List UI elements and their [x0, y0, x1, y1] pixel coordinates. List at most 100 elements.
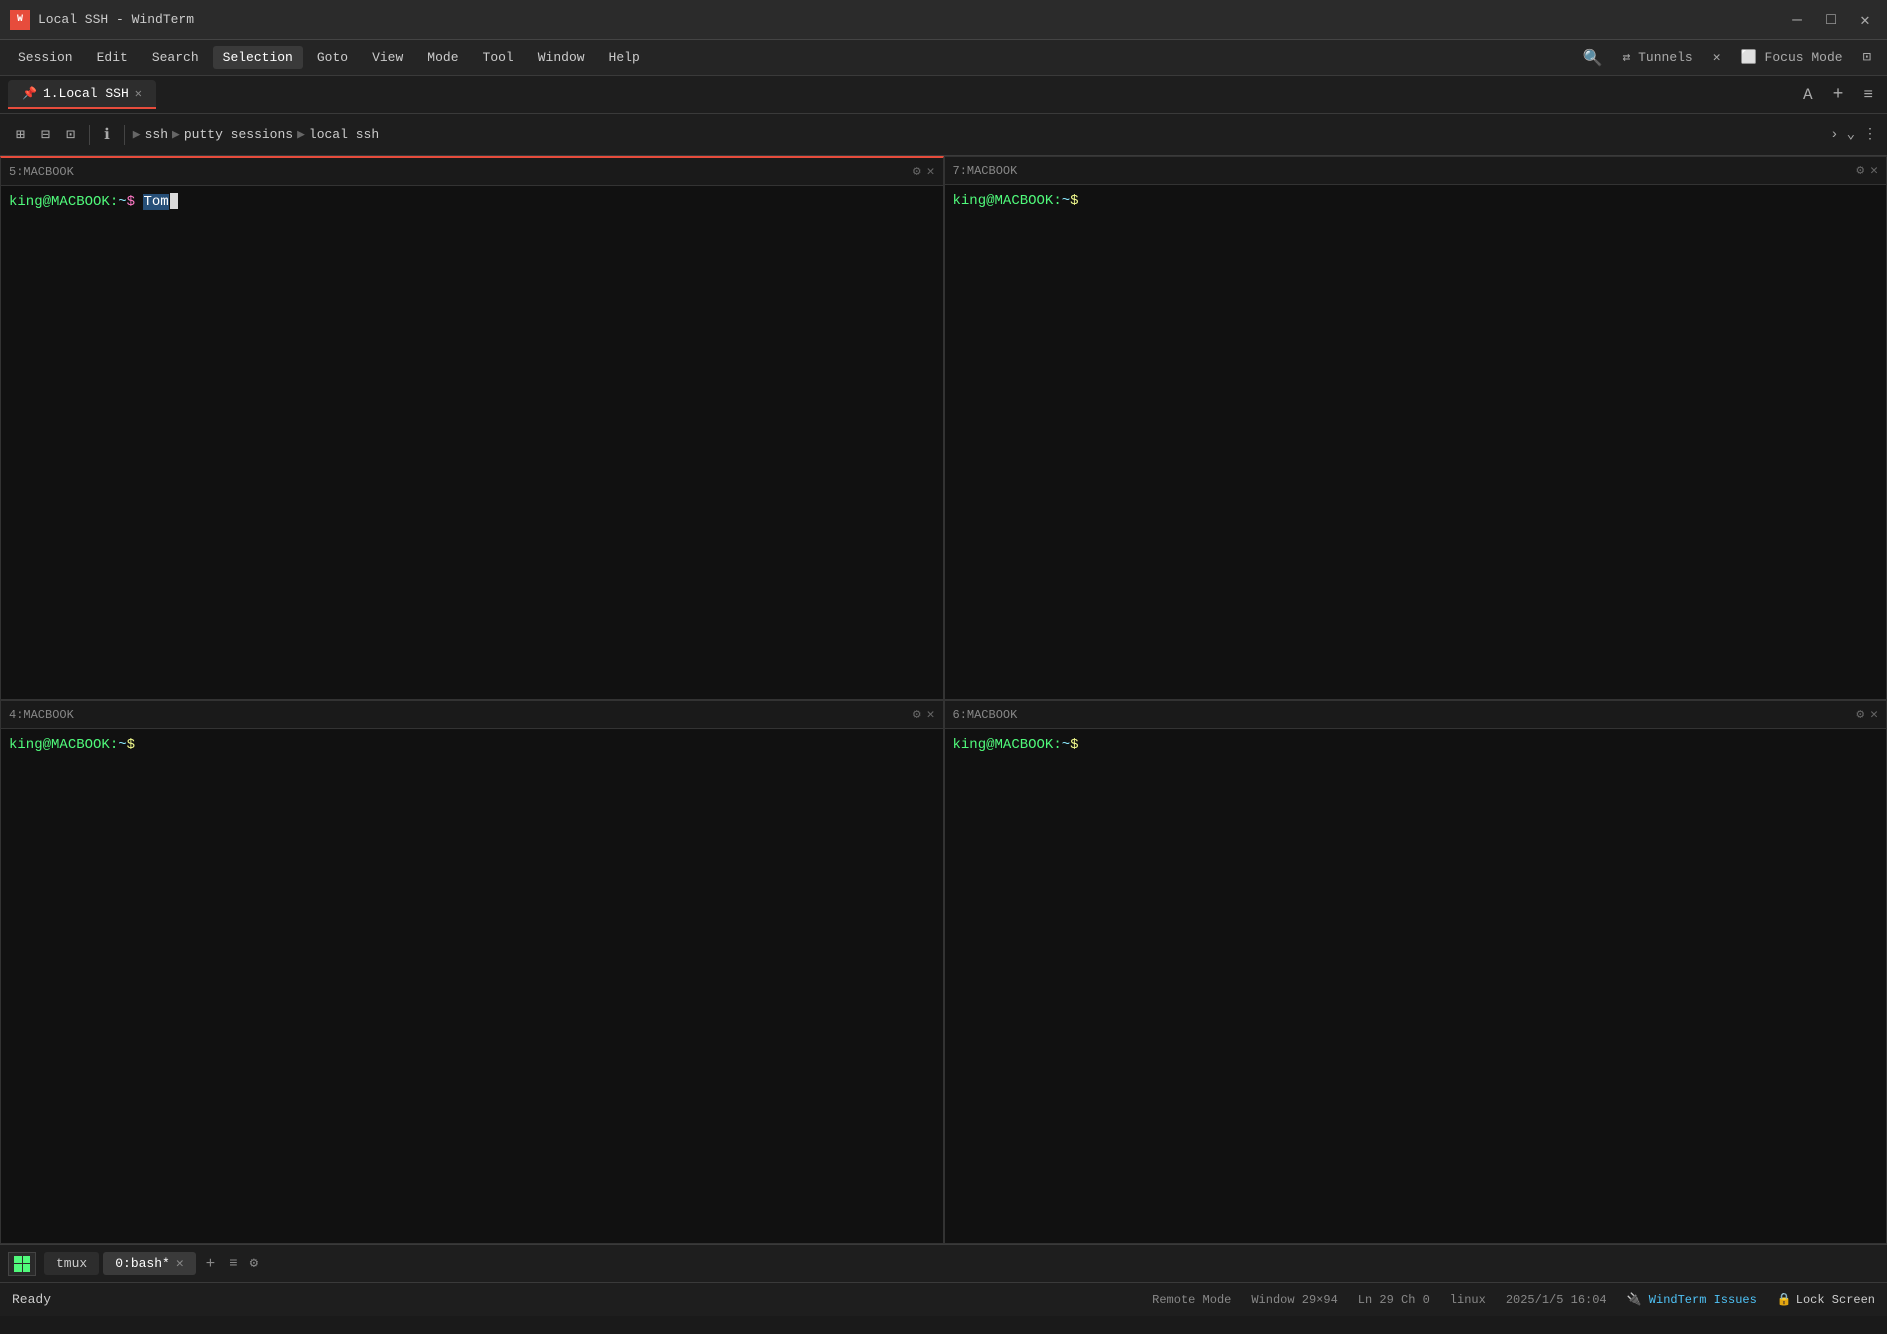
bottom-tab-tmux[interactable]: tmux: [44, 1252, 99, 1275]
breadcrumb-local-ssh[interactable]: local ssh: [309, 127, 379, 142]
pane-5-content[interactable]: king@MACBOOK:~$ Tom: [1, 186, 943, 699]
tab-menu-button[interactable]: ≡: [1857, 84, 1879, 106]
menu-edit[interactable]: Edit: [87, 46, 138, 69]
pane-7-content[interactable]: king@MACBOOK:~$: [945, 185, 1887, 699]
menu-session[interactable]: Session: [8, 46, 83, 69]
status-window-size: Window 29×94: [1251, 1293, 1337, 1307]
pane-6-close-icon[interactable]: ✕: [1870, 707, 1878, 722]
search-icon[interactable]: 🔍: [1575, 44, 1611, 72]
window-title: Local SSH - WindTerm: [38, 12, 1785, 27]
pane-7-controls: ⚙ ✕: [1856, 163, 1878, 178]
minimize-button[interactable]: —: [1785, 8, 1809, 32]
status-remote-mode: Remote Mode: [1152, 1293, 1231, 1307]
pane-5-user: king: [9, 194, 43, 210]
pane-5-cursor: [170, 193, 178, 209]
bash-label: 0:bash*: [115, 1256, 170, 1271]
close-button[interactable]: ✕: [1853, 8, 1877, 32]
title-bar: W Local SSH - WindTerm — □ ✕: [0, 0, 1887, 40]
focus-mode-button[interactable]: ⬜ Focus Mode: [1733, 46, 1851, 69]
tab-bar-controls: A + ≡: [1797, 83, 1879, 107]
menu-goto[interactable]: Goto: [307, 46, 358, 69]
tab-label: 1.Local SSH: [43, 86, 129, 101]
pane-6-content[interactable]: king@MACBOOK:~$: [945, 729, 1887, 1243]
pane-6-title: 6:MACBOOK: [953, 708, 1857, 722]
tab-settings-button[interactable]: ⚙: [246, 1255, 262, 1272]
menu-tool[interactable]: Tool: [473, 46, 524, 69]
pane-6-settings-icon[interactable]: ⚙: [1856, 707, 1864, 722]
toolbar: ⊞ ⊟ ⊡ ℹ ▶ ssh ▶ putty sessions ▶ local s…: [0, 114, 1887, 156]
breadcrumb: ▶ ssh ▶ putty sessions ▶ local ssh: [133, 127, 379, 142]
menu-bar: Session Edit Search Selection Goto View …: [0, 40, 1887, 76]
add-tab-button[interactable]: +: [1827, 83, 1850, 107]
pane-5-settings-icon[interactable]: ⚙: [913, 164, 921, 179]
app-icon: W: [10, 10, 30, 30]
list-tabs-button[interactable]: ≡: [225, 1256, 241, 1272]
chevron-down-icon[interactable]: ⌄: [1847, 126, 1855, 143]
menu-window[interactable]: Window: [528, 46, 595, 69]
windterm-issues-link[interactable]: 🔌 WindTerm Issues: [1627, 1292, 1757, 1307]
pane-5-close-icon[interactable]: ✕: [927, 164, 935, 179]
menu-search[interactable]: Search: [142, 46, 209, 69]
pane-4-settings-icon[interactable]: ⚙: [913, 707, 921, 722]
pane-7-user: king: [953, 193, 987, 209]
menu-view[interactable]: View: [362, 46, 413, 69]
menu-mode[interactable]: Mode: [417, 46, 468, 69]
status-cursor-pos: Ln 29 Ch 0: [1358, 1293, 1430, 1307]
tmux-icon: [8, 1252, 36, 1276]
info-button[interactable]: ℹ: [98, 121, 116, 148]
toolbar-separator: [89, 125, 90, 145]
pane-4-title: 4:MACBOOK: [9, 708, 913, 722]
pane-6-header: 6:MACBOOK ⚙ ✕: [945, 701, 1887, 729]
pane-7-macbook[interactable]: 7:MACBOOK ⚙ ✕ king@MACBOOK:~$: [944, 156, 1887, 700]
add-tab-bottom-button[interactable]: +: [200, 1255, 222, 1273]
status-ready: Ready: [12, 1292, 51, 1307]
bottom-tab-bash[interactable]: 0:bash* ✕: [103, 1252, 195, 1275]
pane-4-user: king: [9, 737, 43, 753]
pane-5-macbook[interactable]: 5:MACBOOK ⚙ ✕ king@MACBOOK:~$ Tom: [0, 156, 944, 700]
pane-7-close-icon[interactable]: ✕: [1870, 163, 1878, 178]
bottom-tab-bar: tmux 0:bash* ✕ + ≡ ⚙: [0, 1244, 1887, 1282]
pane-4-close-icon[interactable]: ✕: [927, 707, 935, 722]
pane-5-selected-text: Tom: [143, 194, 168, 210]
tab-local-ssh[interactable]: 📌 1.Local SSH ✕: [8, 80, 156, 109]
terminal-grid: 5:MACBOOK ⚙ ✕ king@MACBOOK:~$ Tom 7:MACB…: [0, 156, 1887, 1244]
menu-close-x[interactable]: ✕: [1705, 46, 1729, 69]
menu-help[interactable]: Help: [599, 46, 650, 69]
menu-selection[interactable]: Selection: [213, 46, 303, 69]
breadcrumb-arrow-2: ▶: [172, 127, 180, 142]
chevron-right-icon[interactable]: ›: [1830, 127, 1838, 143]
breadcrumb-arrow-1: ▶: [133, 127, 141, 142]
pane-4-macbook[interactable]: 4:MACBOOK ⚙ ✕ king@MACBOOK:~$: [0, 700, 944, 1244]
pane-7-settings-icon[interactable]: ⚙: [1856, 163, 1864, 178]
pane-6-macbook[interactable]: 6:MACBOOK ⚙ ✕ king@MACBOOK:~$: [944, 700, 1887, 1244]
lock-icon: 🔒: [1777, 1292, 1792, 1307]
menu-maximize-icon[interactable]: ⊡: [1855, 45, 1879, 70]
status-datetime: 2025/1/5 16:04: [1506, 1293, 1607, 1307]
split-v-button[interactable]: ⊡: [60, 121, 81, 148]
new-tab-button[interactable]: ⊞: [10, 121, 31, 148]
pane-7-title: 7:MACBOOK: [953, 164, 1857, 178]
breadcrumb-arrow-3: ▶: [297, 127, 305, 142]
tmux-label: tmux: [56, 1256, 87, 1271]
bash-tab-close[interactable]: ✕: [176, 1256, 184, 1271]
status-bar: Ready Remote Mode Window 29×94 Ln 29 Ch …: [0, 1282, 1887, 1316]
tunnels-button[interactable]: ⇄ Tunnels: [1614, 46, 1700, 69]
breadcrumb-putty[interactable]: putty sessions: [184, 127, 293, 142]
pane-6-user: king: [953, 737, 987, 753]
breadcrumb-ssh[interactable]: ssh: [145, 127, 168, 142]
pane-6-controls: ⚙ ✕: [1856, 707, 1878, 722]
pin-icon: 📌: [22, 86, 37, 101]
split-h-button[interactable]: ⊟: [35, 121, 56, 148]
pane-4-controls: ⚙ ✕: [913, 707, 935, 722]
tab-bar: 📌 1.Local SSH ✕ A + ≡: [0, 76, 1887, 114]
window-controls: — □ ✕: [1785, 8, 1877, 32]
pane-5-header: 5:MACBOOK ⚙ ✕: [1, 158, 943, 186]
font-size-up-button[interactable]: A: [1797, 84, 1819, 106]
toolbar-menu-button[interactable]: ⋮: [1863, 126, 1877, 143]
pane-5-title: 5:MACBOOK: [9, 165, 913, 179]
tab-close-button[interactable]: ✕: [135, 86, 142, 101]
pane-4-header: 4:MACBOOK ⚙ ✕: [1, 701, 943, 729]
lock-screen-button[interactable]: 🔒 Lock Screen: [1777, 1292, 1875, 1307]
maximize-button[interactable]: □: [1819, 8, 1843, 32]
pane-4-content[interactable]: king@MACBOOK:~$: [1, 729, 943, 1243]
